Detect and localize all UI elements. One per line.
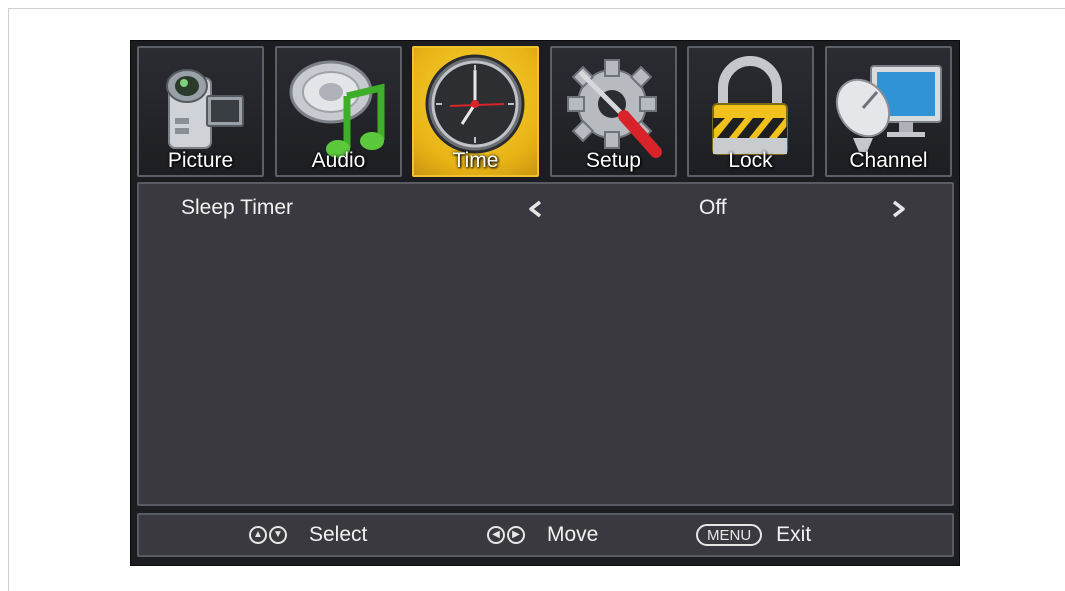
select-hint: ▲ ▼ Select bbox=[249, 515, 367, 555]
exit-hint: MENU Exit bbox=[696, 515, 811, 555]
left-arrow-icon[interactable] bbox=[527, 199, 543, 219]
key-hint-bar: ▲ ▼ Select ◀ ▶ Move MENU Exit bbox=[137, 513, 954, 557]
sleep-timer-label: Sleep Timer bbox=[181, 196, 294, 219]
sleep-timer-row[interactable]: Sleep Timer Off bbox=[139, 184, 952, 234]
tab-label-setup: Setup bbox=[586, 149, 641, 172]
right-key-icon: ▶ bbox=[507, 526, 525, 544]
move-hint: ◀ ▶ Move bbox=[487, 515, 598, 555]
tab-picture[interactable]: Picture bbox=[137, 46, 264, 177]
tab-lock[interactable]: Lock bbox=[687, 46, 814, 177]
right-arrow-icon[interactable] bbox=[891, 199, 907, 219]
left-key-icon: ◀ bbox=[487, 526, 505, 544]
exit-hint-label: Exit bbox=[776, 523, 812, 546]
tab-label-time: Time bbox=[452, 149, 499, 172]
tab-time[interactable]: Time bbox=[412, 46, 539, 177]
down-key-icon: ▼ bbox=[269, 526, 287, 544]
move-hint-label: Move bbox=[547, 523, 599, 546]
tab-channel[interactable]: Channel bbox=[825, 46, 952, 177]
tab-label-audio: Audio bbox=[311, 149, 366, 172]
settings-panel: Sleep Timer Off bbox=[137, 182, 954, 506]
tab-setup[interactable]: Setup bbox=[550, 46, 677, 177]
tab-audio[interactable]: Audio bbox=[275, 46, 402, 177]
tv-osd-menu: Picture Audio Time Setup Lock Channel Sl… bbox=[130, 40, 960, 566]
menu-key-icon: MENU bbox=[696, 524, 763, 546]
tab-label-channel: Channel bbox=[849, 149, 928, 172]
page-frame-left bbox=[8, 8, 9, 591]
up-key-icon: ▲ bbox=[249, 526, 267, 544]
select-hint-label: Select bbox=[309, 523, 368, 546]
tab-label-lock: Lock bbox=[728, 149, 773, 172]
page-frame-top bbox=[8, 8, 1065, 9]
menu-tab-bar: Picture Audio Time Setup Lock Channel bbox=[137, 46, 955, 178]
sleep-timer-value: Off bbox=[699, 196, 727, 219]
tab-label-picture: Picture bbox=[167, 149, 234, 172]
